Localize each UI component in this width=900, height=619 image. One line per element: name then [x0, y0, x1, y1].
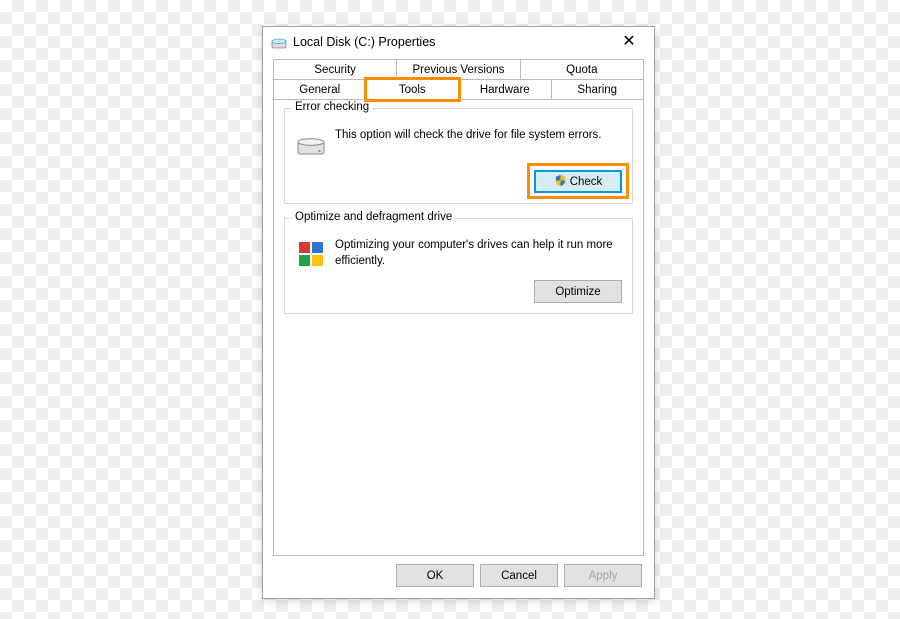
optimize-button[interactable]: Optimize [534, 280, 622, 303]
close-button[interactable]: ✕ [610, 29, 648, 53]
optimize-group: Optimize and defragment drive Optimizing… [284, 218, 633, 314]
tab-panel-tools: Error checking This option will check th… [273, 100, 644, 556]
error-checking-title: Error checking [292, 101, 372, 113]
tabs: Security Previous Versions Quota General… [263, 57, 654, 100]
tab-quota[interactable]: Quota [520, 59, 644, 80]
tab-sharing[interactable]: Sharing [551, 79, 645, 100]
optimize-title: Optimize and defragment drive [292, 211, 455, 223]
hard-drive-icon [295, 128, 327, 160]
disk-icon [271, 34, 287, 50]
error-checking-desc: This option will check the drive for fil… [335, 128, 602, 144]
tab-hardware[interactable]: Hardware [458, 79, 552, 100]
shield-icon [554, 174, 567, 190]
check-button-label: Check [570, 176, 603, 188]
properties-dialog: Local Disk (C:) Properties ✕ Security Pr… [262, 26, 655, 599]
ok-button-label: OK [427, 570, 444, 582]
defrag-icon [295, 238, 327, 270]
tab-security[interactable]: Security [273, 59, 397, 80]
tab-tools[interactable]: Tools [366, 79, 460, 100]
tab-general[interactable]: General [273, 79, 367, 100]
ok-button[interactable]: OK [396, 564, 474, 587]
check-button-highlight: Check [534, 170, 622, 193]
dialog-footer: OK Cancel Apply [263, 556, 654, 595]
titlebar: Local Disk (C:) Properties ✕ [263, 27, 654, 57]
window-title: Local Disk (C:) Properties [293, 35, 435, 49]
optimize-button-label: Optimize [555, 286, 600, 298]
cancel-button[interactable]: Cancel [480, 564, 558, 587]
optimize-desc: Optimizing your computer's drives can he… [335, 238, 622, 269]
check-button[interactable]: Check [534, 170, 622, 193]
apply-button-label: Apply [589, 570, 618, 582]
tab-previous-versions[interactable]: Previous Versions [396, 59, 520, 80]
cancel-button-label: Cancel [501, 570, 537, 582]
apply-button[interactable]: Apply [564, 564, 642, 587]
error-checking-group: Error checking This option will check th… [284, 108, 633, 204]
